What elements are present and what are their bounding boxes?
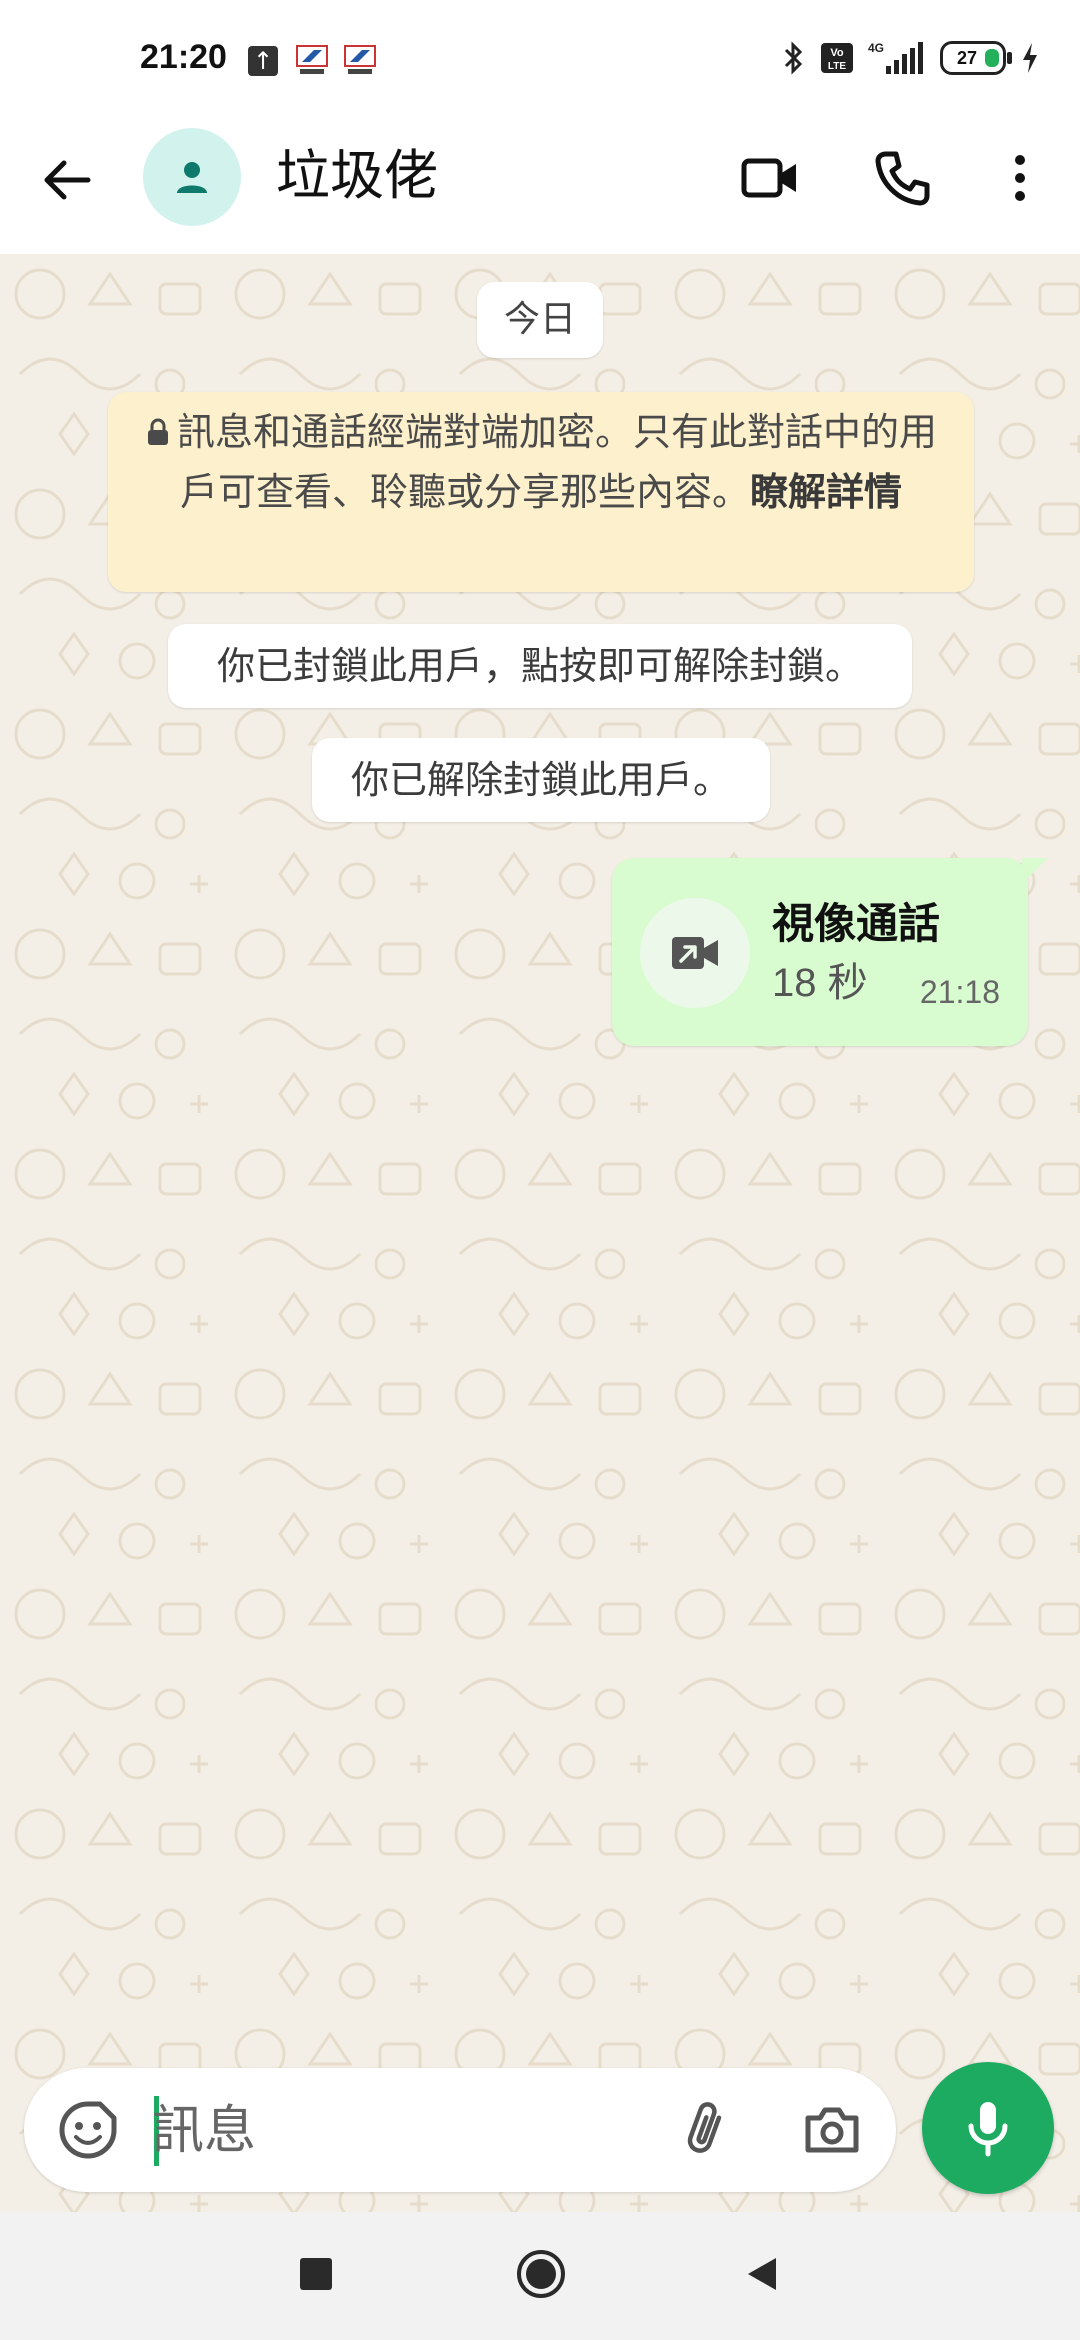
battery-fill [985,49,999,67]
date-chip: 今日 [477,282,603,358]
message-timestamp: 21:18 [919,974,1000,1010]
svg-text:Vo: Vo [830,47,844,59]
sticker-emoji-icon[interactable] [56,2098,120,2162]
video-call-icon[interactable] [740,148,800,208]
back-arrow-icon[interactable] [38,150,98,210]
app-notification-icon [344,45,376,74]
more-options-icon[interactable] [1000,148,1040,208]
call-title: 視像通話 [772,899,941,948]
message-input[interactable] [150,2086,654,2176]
svg-text:LTE: LTE [828,61,846,72]
status-icons: Vo LTE 4G 27 [782,40,1040,76]
bluetooth-icon [784,41,803,75]
home-icon[interactable] [515,2248,567,2300]
blocked-notice[interactable]: 你已封鎖此用戶，點按即可解除封鎖。 [168,624,912,708]
status-time: 21:20 [140,38,227,76]
video-call-message[interactable]: 視像通話 18 秒 21:18 [612,858,1048,1046]
contact-name[interactable]: 垃圾佬 [276,140,438,212]
recents-icon[interactable] [300,2258,332,2290]
app-notification-icon [296,45,328,74]
camera-icon[interactable] [800,2098,864,2162]
microphone-icon [968,2102,1008,2157]
outgoing-video-call-icon [672,937,718,969]
signal-icon: 4G [868,41,923,74]
message-composer [24,2068,896,2192]
network-label: 4G [868,41,884,55]
encryption-notice[interactable]: 訊息和通話經端對端加密。只有此對話中的用戶可查看、聆聽或分享那些內容。瞭解詳情 [108,392,974,592]
unblocked-notice: 你已解除封鎖此用戶。 [312,738,770,822]
call-duration: 18 秒 [772,961,868,1005]
avatar[interactable] [143,128,241,226]
charging-icon [1023,43,1037,73]
battery-level: 27 [956,47,978,68]
lock-icon [147,418,168,445]
person-icon [177,162,207,193]
call-icon-badge [640,898,750,1008]
battery-indicator: 27 [940,41,1012,75]
nav-back-icon[interactable] [742,2254,782,2294]
learn-more-link[interactable]: 瞭解詳情 [750,470,902,514]
attachment-icon[interactable] [674,2098,738,2162]
voice-message-button[interactable] [922,2062,1054,2194]
phone-call-icon[interactable] [872,148,932,208]
volte-icon: Vo LTE [821,43,853,73]
upload-icon: ↑ [248,46,278,76]
